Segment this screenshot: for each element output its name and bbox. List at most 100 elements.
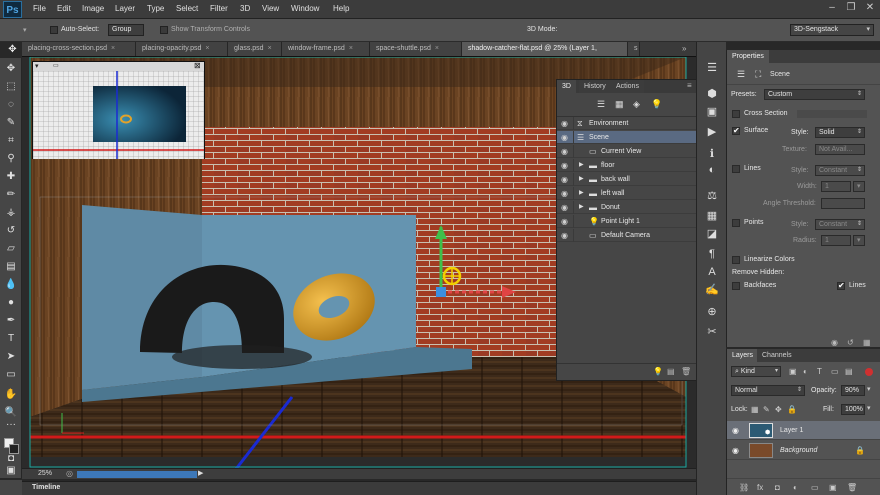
menu-select[interactable]: Select — [176, 4, 198, 13]
opacity-input[interactable]: 90% — [841, 385, 865, 396]
camera-mode-icon[interactable]: ⛶ — [755, 69, 761, 80]
navigator-menu-icon[interactable]: ▾ — [35, 62, 39, 70]
texture-dropdown[interactable]: Not Avail... — [815, 144, 865, 155]
menu-3d[interactable]: 3D — [240, 4, 250, 13]
scene-item-environment[interactable]: ◉ ⧖ Environment — [557, 117, 697, 130]
history-brush-tool-icon[interactable]: ↺ — [3, 224, 19, 238]
tab-close-icon[interactable]: × — [205, 45, 209, 52]
width-input[interactable]: 1 — [821, 181, 851, 192]
kind-filter-dropdown[interactable]: ⌕ Kind ▾ — [731, 366, 781, 377]
layer-name[interactable]: Layer 1 — [780, 427, 803, 434]
dodge-tool-icon[interactable]: ● — [3, 296, 19, 310]
lock-transparency-icon[interactable]: ▦ — [751, 405, 759, 414]
lines-checkbox[interactable] — [732, 165, 740, 173]
tab-layers[interactable]: Layers — [727, 349, 759, 362]
reset-icon[interactable]: ↺ — [847, 338, 854, 347]
marquee-tool-icon[interactable]: ⬚ — [3, 80, 19, 94]
shape-filter-icon[interactable]: ▭ — [831, 367, 839, 376]
angle-threshold-input[interactable] — [821, 198, 865, 209]
adjustment-filter-icon[interactable]: ◐ — [803, 367, 808, 376]
eyedropper-tool-icon[interactable]: ⚲ — [3, 152, 19, 166]
expand-toggle-icon[interactable]: ▶ — [579, 201, 584, 214]
move-tool-icon[interactable]: ✥ — [3, 62, 19, 76]
scene-item-back-wall[interactable]: ◉ ▶ ▬ back wall — [557, 173, 697, 186]
shape-tool-icon[interactable]: ▭ — [3, 368, 19, 382]
color-icon[interactable]: ◐ — [704, 162, 720, 178]
layer-mask-icon[interactable]: ◘ — [775, 483, 780, 492]
3d-navigator[interactable]: ▾ ▭ ⊠ — [32, 61, 205, 159]
tab-channels[interactable]: Channels — [757, 349, 797, 362]
type-filter-icon[interactable]: T — [817, 367, 822, 376]
layer-row-background[interactable]: ◉ Background 🔒 — [727, 441, 880, 460]
visibility-eye-icon[interactable]: ◉ — [561, 145, 571, 158]
scene-item-left-wall[interactable]: ◉ ▶ ▬ left wall — [557, 187, 697, 200]
lights-icon[interactable]: 💡 — [651, 99, 662, 110]
presets-dropdown[interactable]: Custom ⇕ — [764, 89, 865, 100]
panel-menu-icon[interactable]: ≡ — [687, 81, 692, 90]
chevron-down-icon[interactable]: ▾ — [867, 404, 871, 412]
gradient-tool-icon[interactable]: ▤ — [3, 260, 19, 274]
tab-close-icon[interactable]: × — [435, 45, 439, 52]
points-style-dropdown[interactable]: Constant ⇕ — [815, 219, 865, 230]
status-info-icon[interactable]: ◎ — [66, 469, 73, 478]
lasso-tool-icon[interactable]: ◌ — [3, 98, 19, 112]
visibility-eye-icon[interactable]: ◉ — [561, 173, 571, 186]
menu-type[interactable]: Type — [147, 4, 164, 13]
linearize-colors-checkbox[interactable] — [732, 256, 740, 264]
character-icon[interactable]: A — [704, 264, 720, 280]
quick-select-tool-icon[interactable]: ✎ — [3, 116, 19, 130]
lock-pixels-icon[interactable]: ✎ — [763, 405, 770, 414]
brush-tool-icon[interactable]: ✏ — [3, 188, 19, 202]
scene-item-current-view[interactable]: ◉ ▭ Current View — [557, 145, 697, 158]
render-icon[interactable]: ▤ — [667, 367, 675, 376]
link-layers-icon[interactable]: ⛓ — [739, 483, 749, 492]
delete-layer-icon[interactable]: 🗑 — [847, 483, 857, 492]
expand-toggle-icon[interactable]: ▶ — [579, 187, 584, 200]
properties-icon[interactable]: ☰ — [704, 60, 720, 76]
navigator-close-icon[interactable]: ⊠ — [194, 61, 201, 70]
minimize-icon[interactable]: – — [827, 3, 837, 13]
visibility-eye-icon[interactable]: ◉ — [561, 229, 571, 242]
visibility-eye-icon[interactable]: ◉ — [561, 159, 571, 172]
status-arrow-icon[interactable]: ▶ — [198, 469, 203, 477]
expand-toggle-icon[interactable]: ▶ — [579, 159, 584, 172]
tab-history[interactable]: History — [579, 80, 611, 93]
menu-view[interactable]: View — [262, 4, 279, 13]
lines-hidden-checkbox[interactable]: ✔ — [837, 281, 845, 290]
paragraph-icon[interactable]: ¶ — [704, 246, 720, 262]
styles-icon[interactable]: ◪ — [704, 226, 720, 242]
layer-row-layer-1[interactable]: ◉ ⬢ Layer 1 — [727, 421, 880, 440]
scene-item-donut[interactable]: ◉ ▶ ▬ Donut — [557, 201, 697, 214]
filter-toggle[interactable] — [865, 368, 873, 376]
visibility-eye-icon[interactable]: ◉ — [732, 446, 739, 455]
surface-style-dropdown[interactable]: Solid ⇕ — [815, 127, 865, 138]
new-light-icon[interactable]: 💡 — [653, 367, 663, 376]
menu-filter[interactable]: Filter — [210, 4, 228, 13]
surface-checkbox[interactable]: ✔ — [732, 126, 740, 135]
tab-actions[interactable]: Actions — [611, 80, 644, 93]
expand-toggle-icon[interactable]: ▶ — [579, 173, 584, 186]
document-tab[interactable]: glass.psd × — [228, 42, 282, 56]
tool-presets-icon[interactable]: ✂ — [704, 324, 720, 340]
scene-mode-icon[interactable]: ☰ — [737, 69, 745, 80]
hand-tool-icon[interactable]: ✋ — [3, 388, 19, 402]
tab-close-icon[interactable]: × — [349, 45, 353, 52]
tabs-overflow-icon[interactable]: » — [682, 44, 686, 53]
render-preview-icon[interactable]: ◉ — [831, 338, 838, 347]
screen-mode-icon[interactable]: ▣ — [3, 464, 19, 478]
blur-tool-icon[interactable]: 💧 — [3, 278, 19, 292]
menu-layer[interactable]: Layer — [115, 4, 135, 13]
scene-item-floor[interactable]: ◉ ▶ ▬ floor — [557, 159, 697, 172]
tab-close-icon[interactable]: × — [268, 45, 272, 52]
cross-section-checkbox[interactable] — [732, 110, 740, 118]
menu-image[interactable]: Image — [82, 4, 104, 13]
visibility-eye-icon[interactable]: ◉ — [561, 117, 571, 130]
fill-input[interactable]: 100% — [841, 404, 865, 415]
new-layer-icon[interactable]: ▣ — [829, 483, 837, 492]
radius-input[interactable]: 1 — [821, 235, 851, 246]
scene-item-point-light-1[interactable]: ◉ 💡 Point Light 1 — [557, 215, 697, 228]
lock-position-icon[interactable]: ✥ — [775, 405, 782, 414]
tab-3d[interactable]: 3D — [557, 80, 576, 93]
type-tool-icon[interactable]: T — [3, 332, 19, 346]
scene-item-default-camera[interactable]: ◉ ▭ Default Camera — [557, 229, 697, 242]
